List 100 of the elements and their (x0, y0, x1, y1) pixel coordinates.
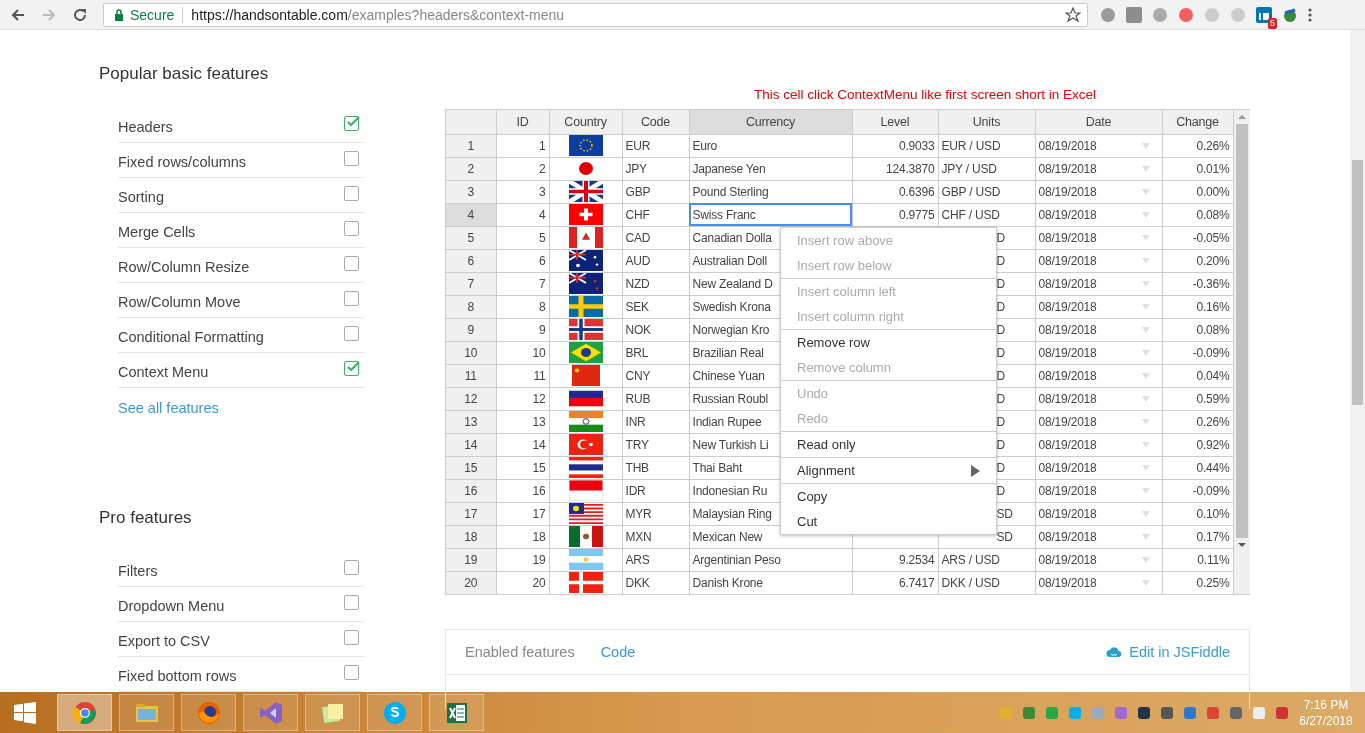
taskbar-button[interactable] (429, 694, 484, 731)
table-cell: D (996, 391, 1005, 406)
column-header[interactable]: Country (549, 110, 622, 134)
row-header[interactable]: 4 (446, 203, 496, 226)
feature-item[interactable]: Row/Column Move (118, 283, 364, 318)
column-header[interactable]: Level (852, 110, 938, 134)
dropdown-arrow-icon[interactable] (1141, 349, 1150, 356)
dropdown-arrow-icon[interactable] (1141, 441, 1150, 448)
table-cell: MYR (625, 506, 652, 521)
back-icon[interactable] (10, 6, 26, 23)
selected-cell[interactable]: Swiss Franc (689, 203, 852, 226)
row-header[interactable]: 8 (446, 295, 496, 318)
forward-icon[interactable] (41, 6, 57, 23)
column-header[interactable]: ID (496, 110, 549, 134)
checkbox[interactable] (344, 115, 359, 131)
extension-icon[interactable] (1282, 6, 1298, 23)
feature-item[interactable]: Row/Column Resize (118, 248, 364, 283)
dropdown-arrow-icon[interactable] (1141, 418, 1150, 425)
row-header[interactable]: 6 (446, 249, 496, 272)
dropdown-arrow-icon[interactable] (1141, 188, 1150, 195)
dropdown-arrow-icon[interactable] (1141, 257, 1150, 264)
checkbox[interactable] (344, 255, 359, 271)
row-header[interactable]: 18 (446, 525, 496, 548)
row-header[interactable]: 11 (446, 364, 496, 387)
menu-item[interactable]: Copy (781, 484, 996, 509)
dropdown-arrow-icon[interactable] (1141, 326, 1150, 333)
feature-item[interactable]: Conditional Formatting (118, 318, 364, 353)
checkbox[interactable] (344, 559, 359, 575)
menu-item[interactable]: Cut (781, 509, 996, 534)
row-header[interactable]: 5 (446, 226, 496, 249)
dropdown-arrow-icon[interactable] (1141, 464, 1150, 471)
checkbox[interactable] (344, 150, 359, 166)
feature-item[interactable]: Sorting (118, 178, 364, 213)
dropdown-arrow-icon[interactable] (1141, 234, 1150, 241)
row-header[interactable]: 2 (446, 157, 496, 180)
dropdown-arrow-icon[interactable] (1141, 556, 1150, 563)
row-header[interactable]: 14 (446, 433, 496, 456)
row-header[interactable]: 9 (446, 318, 496, 341)
taskbar-button[interactable] (243, 694, 298, 731)
checkbox[interactable] (344, 325, 359, 341)
taskbar-button[interactable] (181, 694, 236, 731)
row-header[interactable]: 15 (446, 456, 496, 479)
panel-tab[interactable]: Enabled features (465, 643, 575, 660)
checkbox[interactable] (344, 185, 359, 201)
row-header[interactable]: 13 (446, 410, 496, 433)
dropdown-arrow-icon[interactable] (1141, 165, 1150, 172)
column-header[interactable]: Currency (689, 110, 852, 134)
column-header[interactable]: Units (938, 110, 1035, 134)
feature-item[interactable]: Context Menu (118, 353, 364, 388)
feature-item[interactable]: Fixed rows/columns (118, 143, 364, 178)
row-header[interactable]: 20 (446, 571, 496, 594)
row-header[interactable]: 10 (446, 341, 496, 364)
taskbar-button[interactable] (57, 694, 112, 731)
dropdown-arrow-icon[interactable] (1141, 372, 1150, 379)
feature-item[interactable]: Merge Cells (118, 213, 364, 248)
reload-icon[interactable] (72, 6, 88, 23)
dropdown-arrow-icon[interactable] (1141, 487, 1150, 494)
menu-icon[interactable] (1308, 6, 1312, 23)
extension-icon[interactable] (1100, 6, 1116, 23)
bookmark-star-icon[interactable] (1065, 6, 1081, 23)
feature-item[interactable]: Headers (118, 108, 364, 143)
extension-icon[interactable] (1178, 6, 1194, 23)
dropdown-arrow-icon[interactable] (1141, 510, 1150, 517)
dropdown-arrow-icon[interactable] (1141, 303, 1150, 310)
dropdown-arrow-icon[interactable] (1141, 211, 1150, 218)
checkbox[interactable] (344, 220, 359, 236)
checkbox[interactable] (344, 594, 359, 610)
menu-item[interactable]: Alignment (781, 458, 996, 483)
checkbox[interactable] (344, 664, 359, 680)
row-header[interactable]: 3 (446, 180, 496, 203)
dropdown-arrow-icon[interactable] (1141, 533, 1150, 540)
address-bar[interactable]: Secure https://handsontable.com/examples?headers&context-menu (103, 2, 1088, 27)
row-header[interactable]: 16 (446, 479, 496, 502)
row-header[interactable]: 19 (446, 548, 496, 571)
row-header[interactable]: 1 (446, 134, 496, 157)
dropdown-arrow-icon[interactable] (1141, 280, 1150, 287)
column-header[interactable]: Change (1162, 110, 1233, 134)
dropdown-arrow-icon[interactable] (1141, 142, 1150, 149)
extension-icon[interactable] (1126, 6, 1142, 23)
dropdown-arrow-icon[interactable] (1141, 579, 1150, 586)
row-header[interactable]: 17 (446, 502, 496, 525)
column-header[interactable]: Code (622, 110, 689, 134)
row-header[interactable]: 7 (446, 272, 496, 295)
page-scrollbar[interactable] (1350, 30, 1365, 692)
checkbox[interactable] (344, 290, 359, 306)
checkbox[interactable] (344, 360, 359, 376)
checkbox[interactable] (344, 629, 359, 645)
extension-icon[interactable] (1256, 6, 1272, 23)
menu-item[interactable]: Read only (781, 432, 996, 457)
table-cell: 0.59% (1196, 391, 1230, 406)
feature-item[interactable]: Export to CSV (118, 622, 364, 657)
column-header[interactable]: Date (1035, 110, 1162, 134)
dropdown-arrow-icon[interactable] (1141, 395, 1150, 402)
feature-item[interactable]: Dropdown Menu (118, 587, 364, 622)
feature-item[interactable]: Filters (118, 552, 364, 587)
table-cell: 6.7417 (899, 575, 935, 590)
start-button[interactable] (14, 701, 36, 724)
menu-item[interactable]: Remove row (781, 330, 996, 355)
table-cell: THB (625, 460, 649, 475)
row-header[interactable]: 12 (446, 387, 496, 410)
